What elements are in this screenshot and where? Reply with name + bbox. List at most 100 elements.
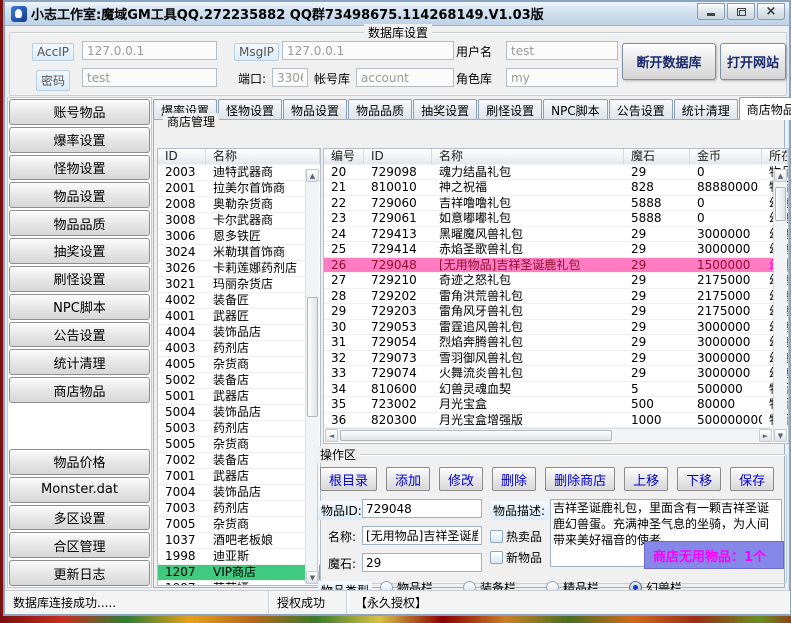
stone-input[interactable] xyxy=(362,553,482,572)
op-button[interactable]: 删除 xyxy=(492,467,536,491)
table-row[interactable]: 32729073雪羽御风兽礼包293000000幻兽 xyxy=(324,351,788,367)
maximize-button[interactable] xyxy=(727,3,755,20)
table-row[interactable]: 2003迪特武器商 xyxy=(158,165,320,181)
table-row[interactable]: 35723002月光宝盒50080000物品 xyxy=(324,397,788,413)
table-row[interactable]: 5002装备店 xyxy=(158,373,320,389)
sidebar-item[interactable]: 多区设置 xyxy=(9,505,150,531)
tab-item[interactable]: 刷怪设置 xyxy=(478,99,542,120)
table-row[interactable]: 3006恩多铁匠 xyxy=(158,229,320,245)
table-row[interactable]: 1998迪亚斯 xyxy=(158,549,320,565)
table-row[interactable]: 3021玛丽杂货店 xyxy=(158,277,320,293)
role-db-input[interactable] xyxy=(506,68,618,87)
table-row[interactable]: 7005杂货商 xyxy=(158,517,320,533)
column-header[interactable]: 魔石 xyxy=(624,149,690,164)
op-button[interactable]: 下移 xyxy=(677,467,721,491)
table-row[interactable]: 23729061如意嘟嘟礼包58880幻兽 xyxy=(324,211,788,227)
disconnect-db-button[interactable]: 断开数据库 xyxy=(622,43,716,80)
sidebar-item[interactable]: 统计清理 xyxy=(9,349,150,375)
tab-item[interactable]: 物品设置 xyxy=(283,99,347,120)
table-row[interactable]: 5003药剂店 xyxy=(158,421,320,437)
table-row[interactable]: 36820300月光宝盒增强版1000500000000物品 xyxy=(324,413,788,429)
tab-item[interactable]: 抽奖设置 xyxy=(413,99,477,120)
op-button[interactable]: 根目录 xyxy=(320,467,377,491)
table-row[interactable]: 22729060吉祥噜噜礼包58880幻兽 xyxy=(324,196,788,212)
table-row[interactable]: 5001武器店 xyxy=(158,389,320,405)
column-header[interactable]: 所在 xyxy=(762,149,788,164)
msgip-input[interactable] xyxy=(282,41,454,60)
table-row[interactable]: 3026卡莉莲娜药剂店 xyxy=(158,261,320,277)
table-row[interactable]: 31729054烈焰奔腾兽礼包293000000幻兽 xyxy=(324,335,788,351)
scroll-up-icon[interactable]: ▲ xyxy=(306,169,319,182)
port-input[interactable] xyxy=(272,68,308,87)
new-item-checkbox[interactable] xyxy=(490,551,503,564)
table-row[interactable]: 7001武器店 xyxy=(158,469,320,485)
table-row[interactable]: 7003药剂店 xyxy=(158,501,320,517)
sidebar-item[interactable]: 爆率设置 xyxy=(9,127,150,153)
tab-item[interactable]: 怪物设置 xyxy=(218,99,282,120)
account-db-input[interactable] xyxy=(356,68,454,87)
sidebar-item[interactable]: 更新日志 xyxy=(9,560,150,586)
tab-item[interactable]: NPC脚本 xyxy=(543,99,608,120)
op-button[interactable]: 添加 xyxy=(386,467,430,491)
sidebar-item[interactable]: 物品设置 xyxy=(9,182,150,208)
table-row[interactable]: 21810010神之祝福82888880000物品 xyxy=(324,180,788,196)
table-row[interactable]: 5005杂货商 xyxy=(158,437,320,453)
table-row[interactable]: 30729053雷霆追风兽礼包293000000幻兽 xyxy=(324,320,788,336)
sidebar-item[interactable]: 合区管理 xyxy=(9,532,150,558)
table-row[interactable]: 4003药剂店 xyxy=(158,341,320,357)
item-name-input[interactable] xyxy=(362,526,482,545)
tab-item[interactable]: 物品品质 xyxy=(348,99,412,120)
table-row[interactable]: 1997艾莎娅 xyxy=(158,581,320,586)
table-row[interactable]: 28729202雷角洪荒兽礼包292175000幻兽 xyxy=(324,289,788,305)
sidebar-item[interactable]: 商店物品 xyxy=(9,377,150,403)
sidebar-item[interactable]: Monster.dat xyxy=(9,477,150,503)
column-header[interactable]: 名称 xyxy=(206,149,320,164)
column-header[interactable]: ID xyxy=(158,149,206,164)
tab-item[interactable]: 公告设置 xyxy=(609,99,673,120)
scroll-thumb[interactable] xyxy=(775,187,786,221)
op-button[interactable]: 上移 xyxy=(624,467,668,491)
accip-input[interactable] xyxy=(82,41,217,60)
table-row[interactable]: 4004装饰品店 xyxy=(158,325,320,341)
hot-item-checkbox[interactable] xyxy=(490,530,503,543)
table-row[interactable]: 3008卡尔武器商 xyxy=(158,213,320,229)
table-row[interactable]: 26729048[无用物品]吉祥圣诞鹿礼包291500000幻兽 xyxy=(324,258,788,274)
scroll-thumb[interactable] xyxy=(307,297,318,417)
password-input[interactable] xyxy=(82,68,217,87)
username-input[interactable] xyxy=(506,41,618,60)
sidebar-item[interactable]: 公告设置 xyxy=(9,322,150,348)
table-row[interactable]: 27729210奇迹之怒礼包292175000幻兽 xyxy=(324,273,788,289)
table-row[interactable]: 29729203雷角风牙兽礼包292175000幻兽 xyxy=(324,304,788,320)
scroll-left-icon[interactable]: ◄ xyxy=(325,429,338,442)
table-row[interactable]: 4005杂货商 xyxy=(158,357,320,373)
table-row[interactable]: 25729414赤焰圣歌兽礼包293000000幻兽 xyxy=(324,242,788,258)
tab-item[interactable]: 统计清理 xyxy=(674,99,738,120)
op-button[interactable]: 修改 xyxy=(439,467,483,491)
sidebar-item[interactable]: 账号物品 xyxy=(9,99,150,125)
table-row[interactable]: 1037酒吧老板娘 xyxy=(158,533,320,549)
scroll-up-icon[interactable]: ▲ xyxy=(774,169,787,182)
open-website-button[interactable]: 打开网站 xyxy=(720,43,786,80)
column-header[interactable]: 金币 xyxy=(690,149,762,164)
op-button[interactable]: 删除商店 xyxy=(545,467,615,491)
column-header[interactable]: 编号 xyxy=(324,149,364,164)
table-row[interactable]: 4001武器匠 xyxy=(158,309,320,325)
scroll-down-icon[interactable]: ▼ xyxy=(774,429,787,442)
items-table-vscrollbar[interactable]: ▲ ▼ xyxy=(773,169,787,442)
table-row[interactable]: 7002装备店 xyxy=(158,453,320,469)
column-header[interactable]: ID xyxy=(364,149,432,164)
close-button[interactable]: × xyxy=(757,3,785,20)
scroll-right-icon[interactable]: ► xyxy=(759,429,772,442)
items-table-hscrollbar[interactable]: ◄ ► xyxy=(325,428,772,442)
table-row[interactable]: 5004装饰品店 xyxy=(158,405,320,421)
sidebar-item[interactable]: 抽奖设置 xyxy=(9,238,150,264)
scroll-thumb[interactable] xyxy=(340,430,612,441)
table-row[interactable]: 24729413黑曜魔风兽礼包293000000幻兽 xyxy=(324,227,788,243)
sidebar-item[interactable]: 怪物设置 xyxy=(9,155,150,181)
title-bar[interactable]: 小志工作室:魔域GM工具QQ.272235882 QQ群73498675.114… xyxy=(5,2,789,26)
table-row[interactable]: 2001拉美尔首饰商 xyxy=(158,181,320,197)
table-row[interactable]: 2008奥勒杂货商 xyxy=(158,197,320,213)
table-row[interactable]: 7004装饰品店 xyxy=(158,485,320,501)
minimize-button[interactable] xyxy=(697,3,725,20)
table-row[interactable]: 20729098魂力结晶礼包290物品 xyxy=(324,165,788,181)
